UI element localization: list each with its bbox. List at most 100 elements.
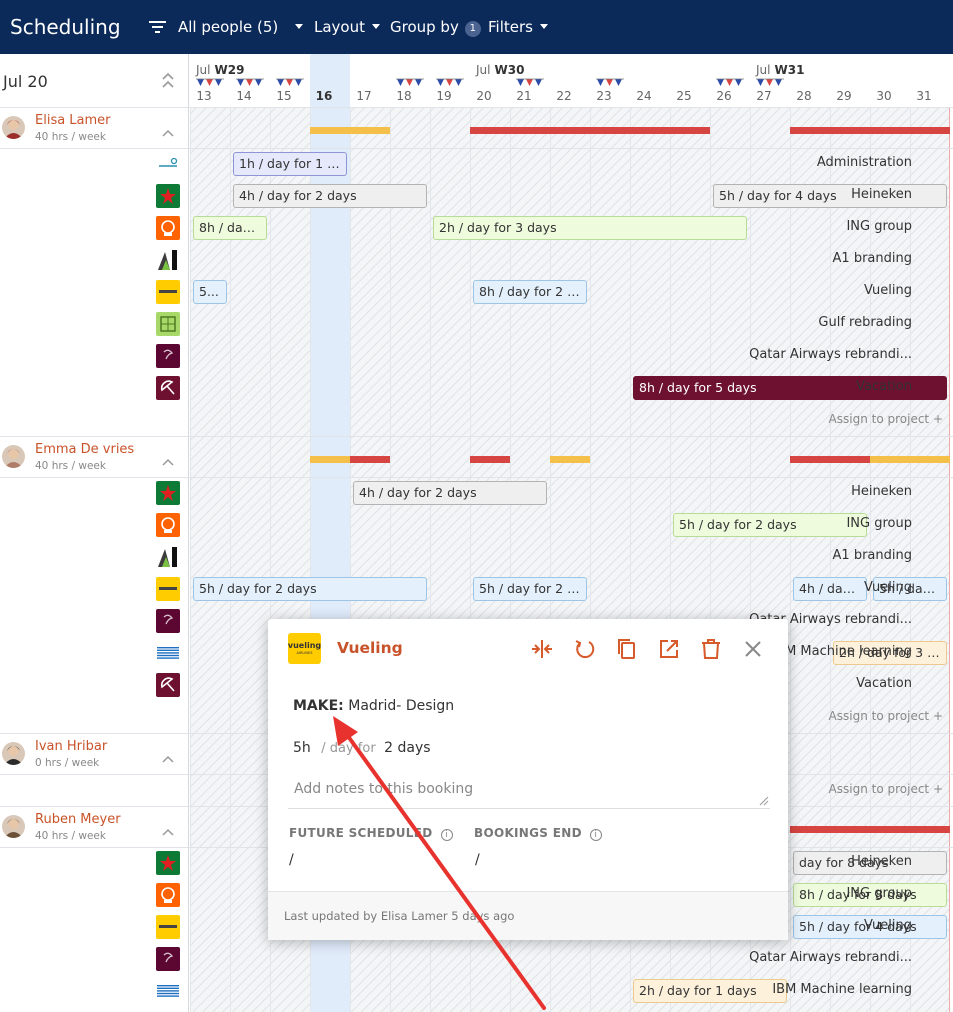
booking-bar[interactable]: 5h / day for 2 days [673, 513, 867, 537]
task-line[interactable]: MAKE: Madrid- Design [293, 698, 454, 714]
utilization-bar[interactable] [470, 127, 550, 134]
duration-input[interactable]: 2 days [384, 740, 430, 756]
collapse-person-button[interactable] [161, 123, 175, 137]
utilization-bar[interactable] [470, 456, 510, 463]
avatar[interactable] [2, 445, 25, 468]
info-icon[interactable]: i [589, 829, 602, 841]
booking-bar[interactable]: 4h / day for 2 days [233, 184, 427, 208]
booking-bar[interactable]: 4h / day for 2 days [353, 481, 547, 505]
people-filter-label: All people (5) [178, 18, 279, 36]
delete-booking-button[interactable] [699, 637, 723, 661]
vacation-icon [156, 376, 180, 400]
info-icon[interactable]: i [440, 829, 453, 841]
utilization-bar[interactable] [870, 456, 950, 463]
project-row-label[interactable]: Vueling [864, 918, 912, 933]
project-row-label[interactable]: A1 branding [833, 548, 912, 563]
holiday-flag-icon[interactable] [396, 78, 424, 88]
utilization-bar[interactable] [790, 826, 950, 833]
avatar[interactable] [2, 815, 25, 838]
holiday-flag-icon[interactable] [756, 78, 784, 88]
day-number: 13 [196, 89, 212, 103]
project-row-label[interactable]: ING group [846, 886, 912, 901]
utilization-bar[interactable] [350, 456, 390, 463]
bookings-end-label: BOOKINGS END [474, 826, 582, 840]
project-row-label[interactable]: Heineken [851, 484, 912, 499]
project-row-label[interactable]: Qatar Airways rebrandi... [749, 950, 912, 965]
layout-dropdown[interactable]: Layout [314, 0, 380, 54]
booking-bar[interactable]: 8h / day for 2 d... [473, 280, 587, 304]
hours-per-day-input[interactable]: 5h [293, 740, 311, 756]
avatar[interactable] [2, 116, 25, 139]
project-row-label[interactable]: ING group [846, 516, 912, 531]
collapse-all-button[interactable] [160, 70, 176, 92]
open-project-button[interactable] [657, 637, 681, 661]
project-row-label[interactable]: Heineken [851, 187, 912, 202]
utilization-bar[interactable] [790, 127, 950, 134]
repeat-booking-button[interactable] [573, 637, 597, 661]
utilization-bar[interactable] [630, 127, 710, 134]
booking-bar[interactable]: 8h / day ... [193, 216, 267, 240]
day-number: 24 [636, 89, 652, 103]
project-row-label[interactable]: Vueling [864, 580, 912, 595]
utilization-bar[interactable] [550, 456, 590, 463]
future-scheduled-heading: FUTURE SCHEDULED i [289, 826, 453, 841]
notes-textarea[interactable]: Add notes to this booking [288, 773, 770, 809]
duplicate-booking-button[interactable] [615, 637, 639, 661]
project-row-label[interactable]: Qatar Airways rebrandi... [749, 347, 912, 362]
split-booking-button[interactable] [530, 637, 554, 661]
project-row-label[interactable]: A1 branding [833, 251, 912, 266]
double-chevron-up-icon [162, 72, 174, 88]
project-row-label[interactable]: IBM Machine learning [772, 982, 912, 997]
project-row-label[interactable]: ING group [846, 219, 912, 234]
utilization-bar[interactable] [790, 456, 870, 463]
assign-to-project-link[interactable]: Assign to project + [829, 412, 943, 426]
holiday-flag-icon[interactable] [596, 78, 624, 88]
assign-to-project-link[interactable]: Assign to project + [829, 709, 943, 723]
holiday-flag-icon[interactable] [196, 78, 224, 88]
project-row-label[interactable]: Heineken [851, 854, 912, 869]
people-filter-dropdown[interactable]: All people (5) [149, 0, 304, 54]
resize-handle-icon[interactable] [759, 796, 769, 806]
booking-bar[interactable]: 5h / day for 2 days [193, 577, 427, 601]
project-row-label[interactable]: Vueling [864, 283, 912, 298]
layout-label: Layout [314, 18, 365, 36]
holiday-flag-icon[interactable] [236, 78, 264, 88]
qatar-logo [156, 344, 180, 368]
holiday-flag-icon[interactable] [516, 78, 544, 88]
day-number: 16 [315, 89, 333, 103]
avatar[interactable] [2, 742, 25, 765]
close-popup-button[interactable] [742, 638, 764, 660]
person-name[interactable]: Ivan Hribar [35, 739, 107, 754]
qatar-logo [156, 947, 180, 971]
project-row-label[interactable]: IBM Machine learning [772, 644, 912, 659]
utilization-bar[interactable] [310, 127, 390, 134]
booking-bar[interactable]: 5... [193, 280, 227, 304]
popup-project-name[interactable]: Vueling [337, 639, 403, 657]
day-number: 18 [396, 89, 412, 103]
utilization-bar[interactable] [550, 127, 630, 134]
day-column[interactable] [190, 54, 230, 1012]
booking-bar[interactable]: 5h / day for 2 d... [473, 577, 587, 601]
holiday-flag-icon[interactable] [716, 78, 744, 88]
project-row-label[interactable]: Vacation [856, 676, 912, 691]
utilization-bar[interactable] [310, 456, 350, 463]
collapse-person-button[interactable] [161, 822, 175, 836]
person-name[interactable]: Elisa Lamer [35, 113, 111, 128]
project-row-label[interactable]: Administration [817, 155, 912, 170]
collapse-person-button[interactable] [161, 452, 175, 466]
booking-bar[interactable]: 1h / day for 1 d... [233, 152, 347, 176]
booking-bar[interactable]: 4h / day ... [793, 577, 867, 601]
holiday-flag-icon[interactable] [436, 78, 464, 88]
filters-dropdown[interactable]: Filters [488, 0, 548, 54]
booking-bar[interactable]: 2h / day for 1 days [633, 979, 787, 1003]
holiday-flag-icon[interactable] [276, 78, 304, 88]
project-row-label[interactable]: Gulf rebrading [818, 315, 912, 330]
booking-bar[interactable]: 2h / day for 3 days [433, 216, 747, 240]
person-name[interactable]: Emma De vries [35, 442, 134, 457]
hours-line: 5h / day for 2 days [293, 740, 431, 756]
project-row-label[interactable]: Vacation [856, 379, 912, 394]
assign-to-project-link[interactable]: Assign to project + [829, 782, 943, 796]
person-name[interactable]: Ruben Meyer [35, 812, 121, 827]
collapse-person-button[interactable] [161, 749, 175, 763]
group-by-dropdown[interactable]: Group by 1 [390, 0, 481, 54]
